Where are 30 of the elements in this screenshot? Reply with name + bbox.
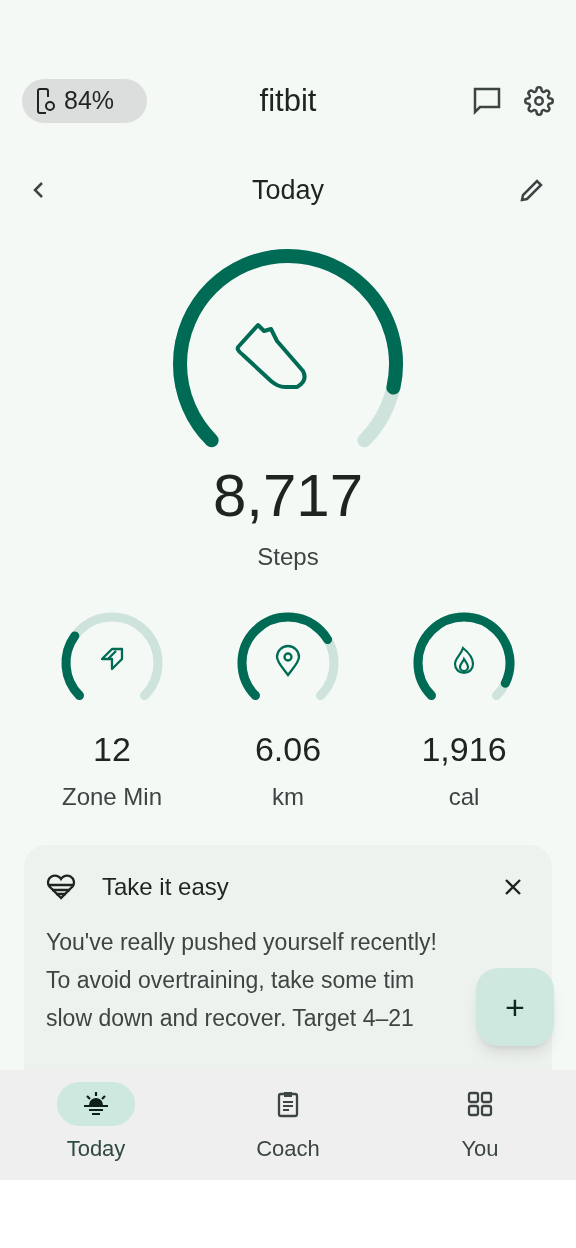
add-button[interactable]: + <box>476 968 554 1046</box>
flame-icon <box>453 646 475 675</box>
arrow-icon <box>100 647 124 671</box>
stat-label: Zone Min <box>61 782 162 812</box>
settings-icon[interactable] <box>524 86 554 116</box>
close-icon[interactable] <box>504 878 522 896</box>
card-text-line: To avoid overtraining, take some tim <box>46 966 415 995</box>
heart-icon <box>46 874 76 900</box>
shoe-icon <box>235 323 307 389</box>
battery-level: 84% <box>64 85 115 117</box>
stat-label: cal <box>448 782 480 812</box>
card-title: Take it easy <box>102 872 229 902</box>
steps-count: 8,717 <box>212 461 364 531</box>
steps-label: Steps <box>257 542 319 572</box>
app-title: fitbit <box>259 81 317 120</box>
stat-label: km <box>272 782 304 812</box>
stat-value: 12 <box>93 729 131 769</box>
stat-value: 6.06 <box>254 729 322 769</box>
nav-tab-indicator[interactable] <box>57 1082 135 1126</box>
card-text-line: slow down and recover. Target 4–21 <box>46 1004 414 1033</box>
date-title: Today <box>251 173 325 207</box>
watch-phone-icon <box>36 88 56 114</box>
location-pin-icon <box>275 644 301 677</box>
nav-tab-label[interactable]: Coach <box>256 1132 320 1165</box>
nav-tab-label[interactable]: Today <box>66 1132 126 1165</box>
nav-tab-label[interactable]: You <box>461 1132 499 1165</box>
card-text-line: You've really pushed yourself recently! <box>46 928 437 957</box>
chat-icon[interactable] <box>472 86 502 116</box>
stat-value: 1,916 <box>421 729 507 769</box>
battery-chip[interactable]: 84% <box>22 79 147 123</box>
